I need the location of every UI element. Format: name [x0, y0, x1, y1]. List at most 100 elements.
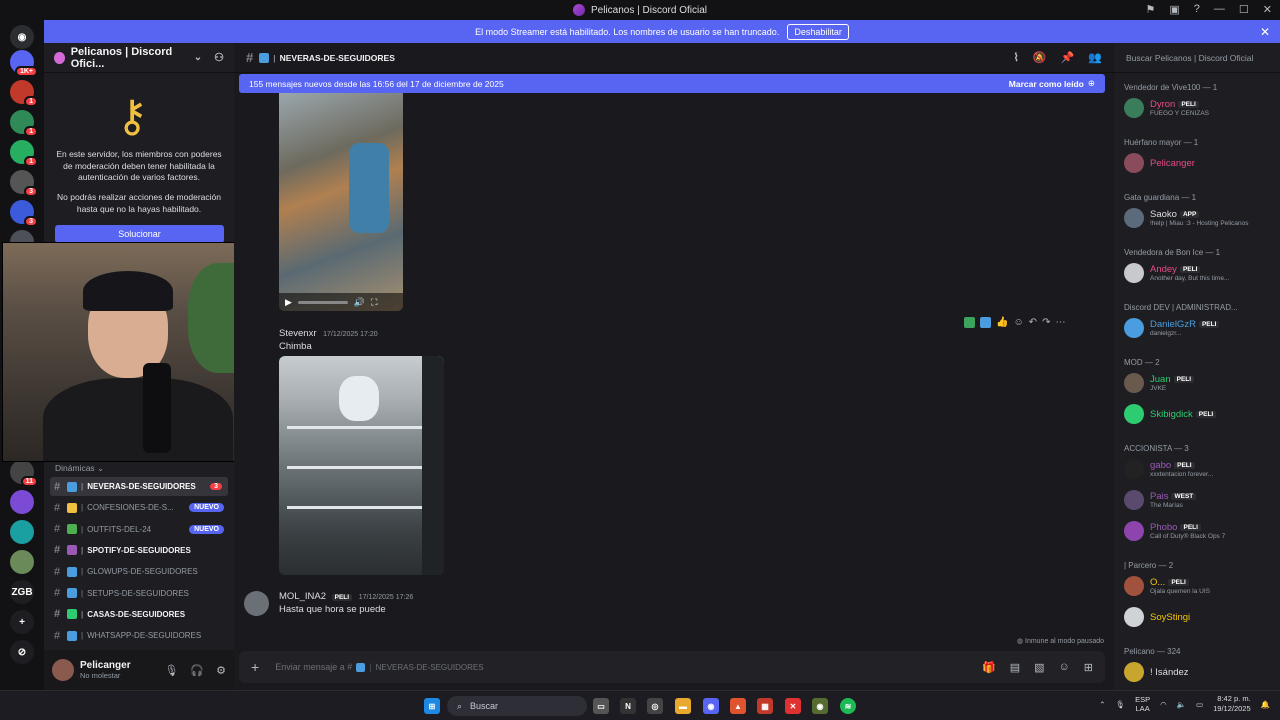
mark-read-button[interactable]: Marcar como leído [1009, 79, 1084, 89]
checkmark-reaction-icon[interactable] [964, 317, 975, 328]
app-red-icon[interactable]: ▦ [757, 698, 773, 714]
message-author[interactable]: MOL_INA2 [279, 591, 326, 602]
channel-item[interactable]: # | outfits-del-24 NUEVO [50, 520, 228, 539]
discord-home-icon[interactable]: ◉ [10, 25, 34, 49]
server-icon[interactable]: ⊘ [10, 640, 34, 664]
fix-mfa-button[interactable]: Solucionar [55, 225, 224, 243]
server-header[interactable]: Pelicanos | Discord Ofici... ⌄ ⚇ [44, 43, 234, 73]
add-reaction-icon[interactable]: ☺ [1013, 317, 1023, 328]
server-icon[interactable]: 3 [10, 200, 38, 227]
notifications-icon[interactable]: 🔕 [1033, 51, 1047, 64]
close-window-icon[interactable]: ✕ [1263, 3, 1272, 16]
discord-taskbar-icon[interactable]: ◉ [703, 698, 719, 714]
add-member-icon[interactable]: ⚇ [214, 51, 224, 64]
channel-item[interactable]: # | whatsapp-de-seguidores [50, 626, 228, 645]
server-icon[interactable]: 3 [10, 170, 38, 197]
play-icon[interactable]: ▶ [285, 297, 292, 308]
g-reaction-icon[interactable] [980, 317, 991, 328]
inbox-icon[interactable]: ⚑ [1146, 3, 1156, 16]
pin-icon[interactable]: 📌 [1061, 51, 1075, 64]
wifi-icon[interactable]: ◠ [1160, 700, 1167, 709]
member-item[interactable]: ! Isández [1124, 661, 1276, 683]
close-banner-icon[interactable]: ✕ [1260, 25, 1270, 39]
more-options-icon[interactable]: ⋯ [1055, 317, 1065, 328]
volume-tray-icon[interactable]: 🔈 [1177, 700, 1186, 709]
tray-mic-icon[interactable]: 🎙 [1116, 700, 1126, 709]
notifications-bell-icon[interactable]: 🔔 [1261, 700, 1270, 709]
taskbar-search[interactable]: ⌕ Buscar [447, 696, 587, 716]
server-icon[interactable]: 1 [10, 110, 38, 137]
message-author[interactable]: Stevenxr [279, 328, 317, 339]
channel-item[interactable]: # | setups-de-seguidores [50, 584, 228, 603]
maximize-icon[interactable]: ☐ [1239, 3, 1249, 16]
member-item[interactable]: Pelicanger [1124, 152, 1276, 174]
clock[interactable]: 8:42 p. m. 19/12/2025 [1213, 694, 1251, 714]
spotify-icon[interactable]: ≋ [840, 698, 856, 714]
server-icon[interactable]: 1 [10, 80, 38, 107]
member-item[interactable]: Pais WEST The Marías [1124, 489, 1276, 511]
member-item[interactable]: gabo PELI xxxtentacion forever... [1124, 458, 1276, 480]
screen-share-icon[interactable]: ▣ [1169, 3, 1179, 16]
member-item[interactable]: Andey PELI Another day, But this time... [1124, 262, 1276, 284]
channel-item[interactable]: # | glowups-de-seguidores [50, 562, 228, 581]
member-item[interactable]: SoyStingi [1124, 606, 1276, 628]
member-search[interactable]: Buscar Pelicanos | Discord Oficial [1114, 43, 1280, 73]
settings-gear-icon[interactable]: ⚙ [216, 664, 226, 677]
x-app-icon[interactable]: ✕ [785, 698, 801, 714]
disable-streamer-button[interactable]: Deshabilitar [787, 23, 849, 40]
tray-chevron-icon[interactable]: ⌃ [1099, 700, 1105, 709]
video-progress[interactable] [297, 300, 348, 304]
apps-icon[interactable]: ⊞ [1084, 661, 1093, 674]
threads-icon[interactable]: ⌇ [1014, 51, 1019, 64]
brave-icon[interactable]: ▲ [730, 698, 746, 714]
task-view-icon[interactable]: ▭ [593, 698, 609, 714]
message-composer[interactable]: + Enviar mensaje a # | neveras-de-seguid… [239, 651, 1105, 683]
gif-icon[interactable]: ▤ [1010, 661, 1020, 674]
message-avatar[interactable] [244, 591, 269, 616]
sticker-icon[interactable]: ▧ [1034, 661, 1044, 674]
microphone-icon[interactable]: 🎙 [164, 664, 178, 677]
emoji-icon[interactable]: ☺ [1059, 661, 1070, 674]
forward-icon[interactable]: ↷ [1042, 317, 1050, 328]
member-item[interactable]: Phobo PELI Call of Duty® Black Ops 7 [1124, 520, 1276, 542]
channel-item[interactable]: # | confesiones-de-s... NUEVO [50, 498, 228, 517]
reply-icon[interactable]: ↶ [1029, 317, 1037, 328]
fridge-image-attachment[interactable] [279, 356, 444, 575]
help-icon[interactable]: ? [1194, 3, 1200, 16]
members-list-icon[interactable]: 👥 [1088, 51, 1102, 64]
new-messages-bar[interactable]: 155 mensajes nuevos desde las 16:56 del … [239, 74, 1105, 93]
server-icon[interactable]: + [10, 610, 34, 634]
member-item[interactable]: Skibigdick PELI [1124, 403, 1276, 425]
thumbs-up-icon[interactable]: 👍 [996, 317, 1008, 328]
member-item[interactable]: Saoko APP !help | Miau :3 - Hosting Pelica… [1124, 207, 1276, 229]
headphones-icon[interactable]: 🎧 [190, 664, 204, 677]
notion-icon[interactable]: N [620, 698, 636, 714]
minimize-icon[interactable]: — [1214, 3, 1225, 16]
volume-icon[interactable]: 🔊 [354, 297, 365, 308]
channel-item[interactable]: # | neveras-de-seguidores 3 [50, 477, 228, 496]
member-item[interactable]: Dyron PELI FUEGO Y CENIZAS [1124, 97, 1276, 119]
gift-icon[interactable]: 🎁 [982, 661, 996, 674]
server-icon[interactable]: 1 [10, 140, 38, 167]
battery-icon[interactable]: ▭ [1196, 700, 1203, 709]
server-icon[interactable]: 1K+ [10, 50, 38, 77]
fullscreen-icon[interactable]: ⛶ [371, 297, 377, 308]
server-icon[interactable]: 11 [10, 460, 38, 487]
member-item[interactable]: O... PELI Ojala quemen la UIS [1124, 575, 1276, 597]
channel-item[interactable]: # | spotify-de-seguidores [50, 541, 228, 560]
language-indicator[interactable]: ESP LAA [1135, 695, 1150, 713]
server-icon[interactable] [10, 520, 34, 544]
video-attachment[interactable]: ▶ 🔊 ⛶ [279, 93, 403, 311]
user-avatar[interactable] [52, 659, 74, 681]
file-explorer-icon[interactable]: ▬ [675, 698, 691, 714]
chevron-down-icon[interactable]: ⌄ [194, 52, 202, 63]
server-icon[interactable] [10, 550, 34, 574]
obs-icon[interactable]: ◎ [647, 698, 663, 714]
attach-plus-icon[interactable]: + [251, 659, 259, 675]
server-icon[interactable] [10, 490, 34, 514]
app-green-icon[interactable]: ◉ [812, 698, 828, 714]
start-icon[interactable]: ⊞ [424, 698, 440, 714]
member-item[interactable]: DanielGzR PELI danielgzr... [1124, 317, 1276, 339]
channel-item[interactable]: # | casas-de-seguidores [50, 605, 228, 624]
category-dinamicas[interactable]: Dinámicas ⌄ [55, 463, 104, 474]
